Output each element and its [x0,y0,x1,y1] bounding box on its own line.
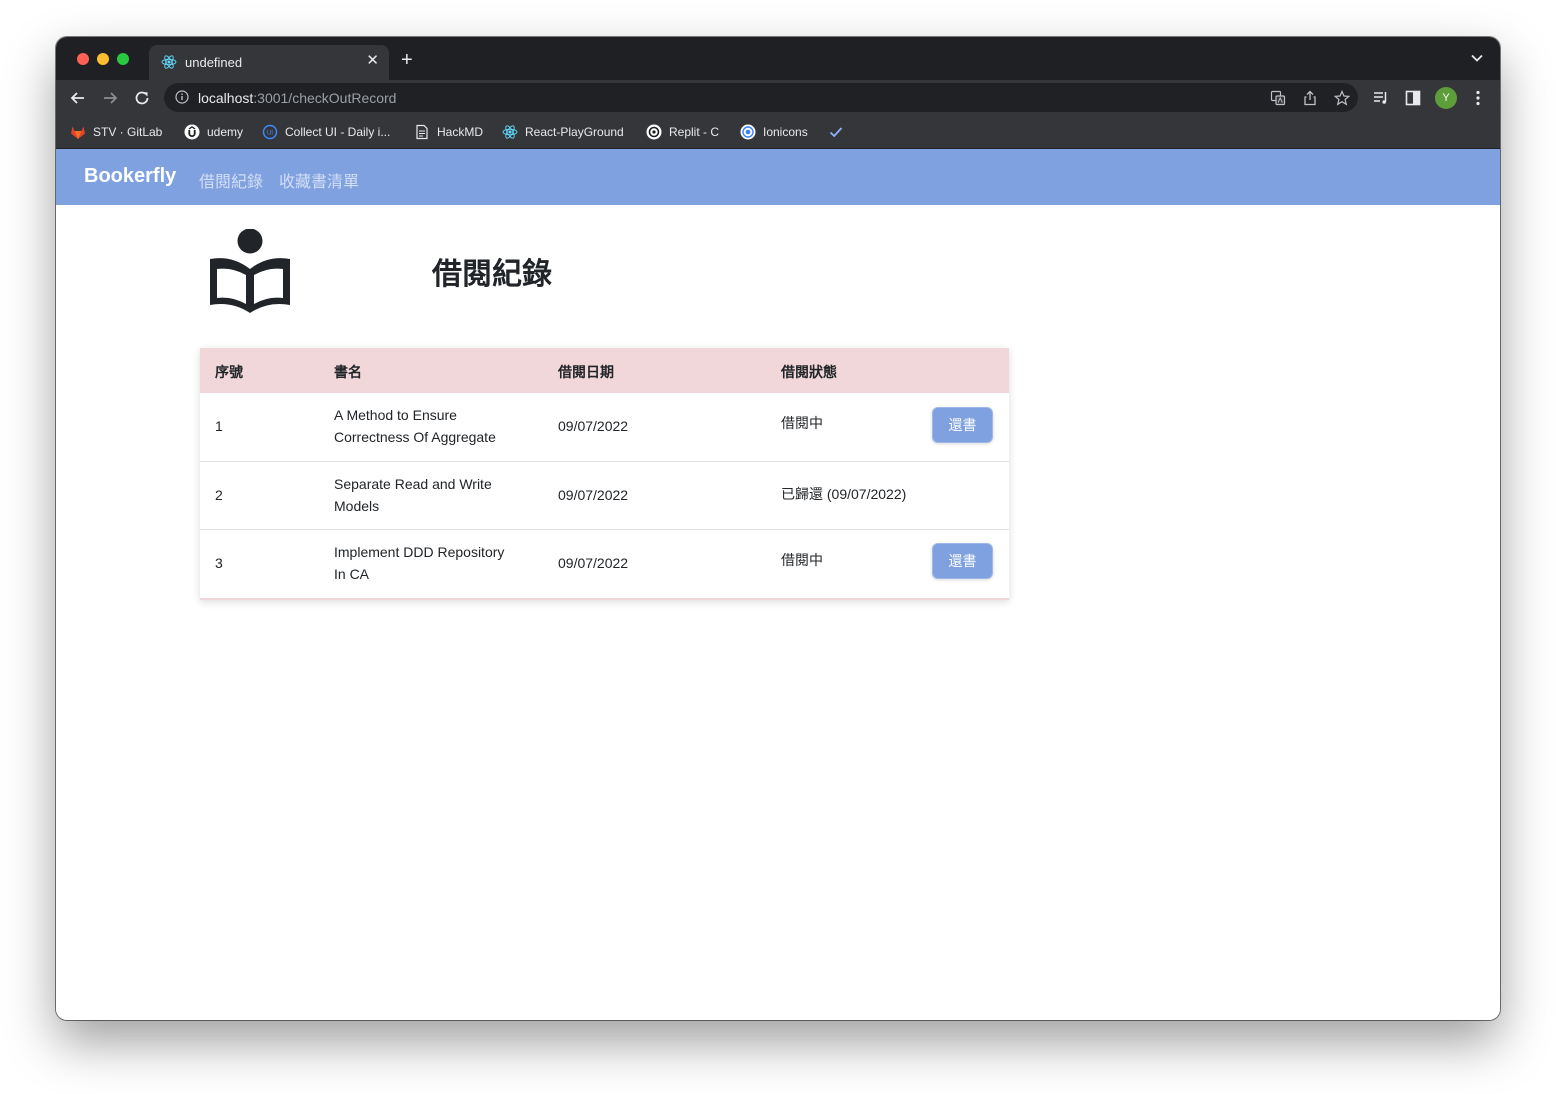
return-book-button[interactable]: 還書 [932,543,993,579]
tab-title: undefined [185,55,243,70]
row-date: 09/07/2022 [558,555,629,571]
row-status: 已歸還 (09/07/2022) [781,486,907,502]
checkmark-icon [829,127,843,138]
tab-bar: undefined ✕ + [56,37,1500,80]
address-bar[interactable]: localhost:3001/checkOutRecord [164,83,1358,112]
gitlab-icon [71,126,85,139]
row-index: 3 [215,555,223,571]
app-navbar: Bookerfly 借閱紀錄 收藏書清單 [56,149,1500,205]
profile-avatar[interactable]: Y [1435,87,1457,109]
maximize-window-button[interactable] [117,53,129,65]
web-page: Bookerfly 借閱紀錄 收藏書清單 借閱紀錄 序號 書名 借閱日期 借閱狀… [56,149,1500,1020]
document-icon [416,124,428,140]
bookmark-star-icon[interactable] [1334,90,1350,106]
ionicons-icon [740,124,756,140]
nav-link-favorites[interactable]: 收藏書清單 [279,168,359,192]
row-book-title: Implement DDD Repository In CA [334,544,505,582]
table-row: 3 Implement DDD Repository In CA 09/07/2… [200,529,1009,598]
row-index: 1 [215,418,223,434]
table-row: 1 A Method to Ensure Correctness Of Aggr… [200,393,1009,461]
bookmarks-bar: STV · GitLab udemy UI Collect UI - Daily… [56,116,1500,149]
header-title: 書名 [334,364,362,380]
minimize-window-button[interactable] [97,53,109,65]
bookmark-checkmark[interactable] [828,123,851,141]
browser-toolbar: localhost:3001/checkOutRecord Y [56,80,1500,116]
info-icon[interactable] [175,90,189,104]
bookmark-hackmd[interactable]: HackMD [414,123,483,141]
bookmark-react-playground[interactable]: React-PlayGround [502,123,624,141]
new-tab-button[interactable]: + [401,50,413,70]
brand-logo[interactable]: Bookerfly [84,165,176,188]
row-date: 09/07/2022 [558,418,629,434]
bookmark-gitlab[interactable]: STV · GitLab [70,123,162,141]
bookmark-udemy[interactable]: udemy [184,123,243,141]
page-title: 借閱紀錄 [432,258,552,291]
table-row: 2 Separate Read and Write Models 09/07/2… [200,461,1009,530]
row-status: 借閱中 [781,415,823,431]
udemy-icon [184,124,200,140]
collectui-icon: UI [262,124,278,140]
row-book-title: A Method to Ensure Correctness Of Aggreg… [334,407,496,445]
table-header: 序號 書名 借閱日期 借閱狀態 [200,348,1009,393]
row-index: 2 [215,487,223,503]
active-tab[interactable]: undefined ✕ [149,45,389,80]
chevron-down-icon[interactable] [1470,51,1484,65]
header-status: 借閱狀態 [781,364,837,380]
svg-text:UI: UI [267,130,273,137]
nav-link-checkout-record[interactable]: 借閱紀錄 [199,168,263,192]
header-date: 借閱日期 [558,364,614,380]
row-status: 借閱中 [781,552,823,568]
side-panel-icon[interactable] [1405,90,1421,106]
bookmark-collectui[interactable]: UI Collect UI - Daily i... [262,123,390,141]
replit-icon [646,124,662,140]
reload-icon[interactable] [132,88,152,108]
close-tab-icon[interactable]: ✕ [366,52,379,70]
row-date: 09/07/2022 [558,487,629,503]
bookmark-replit[interactable]: Replit - C [646,123,719,141]
react-icon [161,55,177,69]
browser-window: undefined ✕ + localhost:3001/checkOutRec… [56,37,1500,1020]
url-text: localhost:3001/checkOutRecord [198,90,397,106]
bookmark-ionicons[interactable]: Ionicons [740,123,808,141]
forward-arrow-icon[interactable] [100,88,120,108]
close-window-button[interactable] [77,53,89,65]
react-icon [502,125,518,139]
return-book-button[interactable]: 還書 [932,407,993,443]
header-index: 序號 [215,364,243,380]
media-playlist-icon[interactable] [1373,90,1389,106]
checkout-table: 序號 書名 借閱日期 借閱狀態 1 A Method to Ensure Cor… [200,348,1009,600]
back-arrow-icon[interactable] [68,88,88,108]
menu-kebab-icon[interactable] [1474,90,1482,106]
reading-book-icon [210,229,290,313]
row-book-title: Separate Read and Write Models [334,476,492,514]
share-icon[interactable] [1302,90,1318,106]
translate-icon[interactable] [1270,90,1286,106]
